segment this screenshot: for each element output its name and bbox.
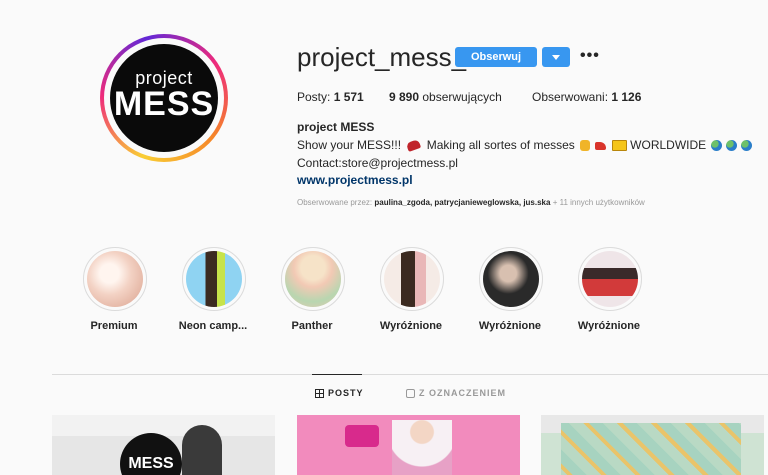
grid-icon	[315, 388, 324, 398]
posts-count: Posty: 1 571	[297, 90, 364, 104]
money-bag-icon	[580, 140, 591, 152]
post-logo: MESS	[120, 433, 182, 475]
suggestions-dropdown-button[interactable]	[542, 47, 570, 67]
post-figure	[392, 420, 452, 475]
highlight-cover	[186, 251, 242, 307]
highlight-ring	[479, 247, 543, 311]
followed-by-prefix: Obserwowane przez:	[297, 198, 373, 207]
highlight-featured-2[interactable]	[479, 247, 543, 311]
heart-icon	[406, 139, 422, 153]
followed-by-suffix: + 11 innych użytkowników	[552, 198, 645, 207]
highlight-neon-camp[interactable]	[182, 247, 246, 311]
avatar-logo-main: MESS	[113, 85, 215, 123]
highlight-ring	[281, 247, 345, 311]
chevron-down-icon	[552, 54, 560, 60]
tab-tagged-label: Z OZNACZENIEM	[419, 388, 506, 398]
bio-line1-middle: Making all sortes of messes	[426, 138, 575, 152]
globe-icon	[725, 140, 737, 152]
followers-count[interactable]: 9 890 obserwujących	[389, 90, 502, 104]
high-heel-icon	[595, 141, 607, 150]
highlight-label: Wyróżnione	[577, 320, 641, 332]
highlight-featured-1[interactable]	[380, 247, 444, 311]
follow-button[interactable]: Obserwuj	[455, 47, 537, 67]
highlight-cover	[582, 251, 638, 307]
following-count[interactable]: Obserwowani: 1 126	[532, 90, 641, 104]
post-tile[interactable]: MESS	[52, 415, 275, 475]
highlight-panther[interactable]	[281, 247, 345, 311]
highlight-premium[interactable]	[83, 247, 147, 311]
tag-icon	[406, 388, 415, 398]
post-shirt	[561, 423, 741, 475]
posts-label: Posty:	[297, 90, 331, 104]
following-label: Obserwowani:	[532, 90, 609, 104]
highlight-ring	[380, 247, 444, 311]
highlight-cover	[483, 251, 539, 307]
active-tab-indicator	[312, 374, 362, 375]
posts-value: 1 571	[333, 90, 364, 104]
bio-name: project MESS	[297, 120, 375, 134]
avatar[interactable]: project MESS	[110, 44, 218, 152]
highlight-ring	[578, 247, 642, 311]
highlight-label: Wyróżnione	[379, 320, 443, 332]
highlight-label: Premium	[90, 320, 138, 332]
highlight-label: Neon camp...	[178, 320, 248, 332]
post-figure	[182, 425, 222, 475]
highlight-cover	[87, 251, 143, 307]
tab-tagged[interactable]: Z OZNACZENIEM	[406, 388, 506, 398]
globe-icon	[741, 140, 753, 152]
post-bag	[345, 425, 379, 447]
globe-icon	[710, 140, 722, 152]
highlight-ring	[182, 247, 246, 311]
bio-contact: Contact:store@projectmess.pl	[297, 156, 458, 170]
bio-line-1: Show your MESS!!! Making all sortes of m…	[297, 138, 753, 153]
post-tile[interactable]	[297, 415, 520, 475]
highlight-featured-3[interactable]	[578, 247, 642, 311]
highlight-label: Panther	[291, 320, 333, 332]
bio-line1-start: Show your MESS!!!	[297, 138, 402, 152]
followed-by[interactable]: Obserwowane przez: paulina_zgoda, patryc…	[297, 198, 645, 207]
post-tile[interactable]	[541, 415, 764, 475]
website-link[interactable]: www.projectmess.pl	[297, 173, 413, 187]
more-options-button[interactable]: •••	[580, 47, 600, 65]
bio-line1-end: WORLDWIDE	[630, 138, 707, 152]
tab-posts[interactable]: POSTY	[315, 388, 364, 398]
following-value: 1 126	[611, 90, 642, 104]
tab-posts-label: POSTY	[328, 388, 364, 398]
highlight-label: Wyróżnione	[478, 320, 542, 332]
tabs-divider	[52, 374, 768, 375]
highlight-ring	[83, 247, 147, 311]
username: project_mess_	[297, 42, 467, 72]
post-logo-text: MESS	[128, 455, 174, 472]
followers-label: obserwujących	[422, 90, 502, 104]
highlight-cover	[285, 251, 341, 307]
followed-by-users: paulina_zgoda, patrycjanieweglowska, jus…	[374, 198, 551, 207]
package-icon	[611, 140, 627, 152]
followers-value: 9 890	[389, 90, 420, 104]
highlight-cover	[384, 251, 440, 307]
